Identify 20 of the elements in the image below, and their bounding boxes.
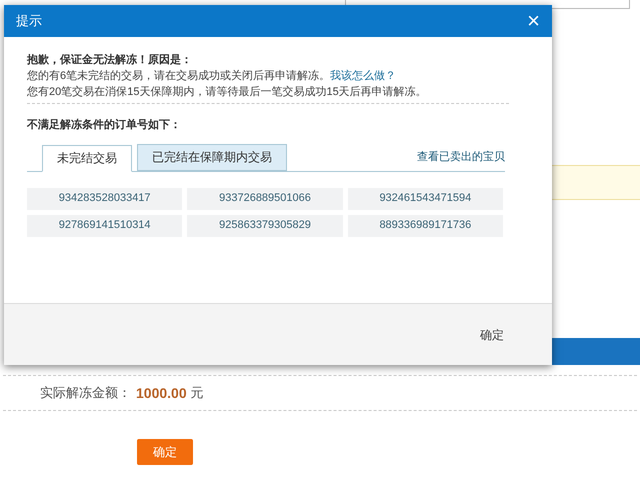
currency-unit: 元 [190, 384, 204, 402]
footer-confirm-button[interactable]: 确定 [480, 326, 504, 344]
order-number: 932461543471594 [348, 188, 503, 210]
help-link[interactable]: 我该怎么做？ [330, 70, 396, 82]
close-button[interactable]: × [527, 10, 540, 32]
dialog-title: 提示 [16, 12, 42, 30]
tab[interactable]: 已完结在保障期内交易 [137, 144, 287, 170]
error-heading: 抱歉，保证金无法解冻！原因是： [27, 52, 193, 68]
reason-text: 您的有6笔未完结的交易，请在交易成功或关闭后再申请解冻。 [27, 70, 330, 82]
tab[interactable]: 未完结交易 [42, 144, 132, 172]
order-number: 925863379305829 [187, 214, 343, 236]
order-number: 889336989171736 [348, 214, 503, 236]
amount-label: 实际解冻金额： [40, 384, 132, 402]
sold-items-link[interactable]: 查看已卖出的宝贝 [417, 149, 505, 166]
order-number: 933726889501066 [187, 188, 343, 210]
order-number: 934283528033417 [27, 188, 182, 210]
reason-text: 您有20笔交易在消保15天保障期内，请等待最后一笔交易成功15天后再申请解冻。 [27, 84, 428, 100]
amount-value: 1000.00 [136, 384, 187, 402]
orders-heading: 不满足解冻条件的订单号如下： [27, 118, 182, 133]
order-number: 927869141510314 [27, 214, 182, 236]
